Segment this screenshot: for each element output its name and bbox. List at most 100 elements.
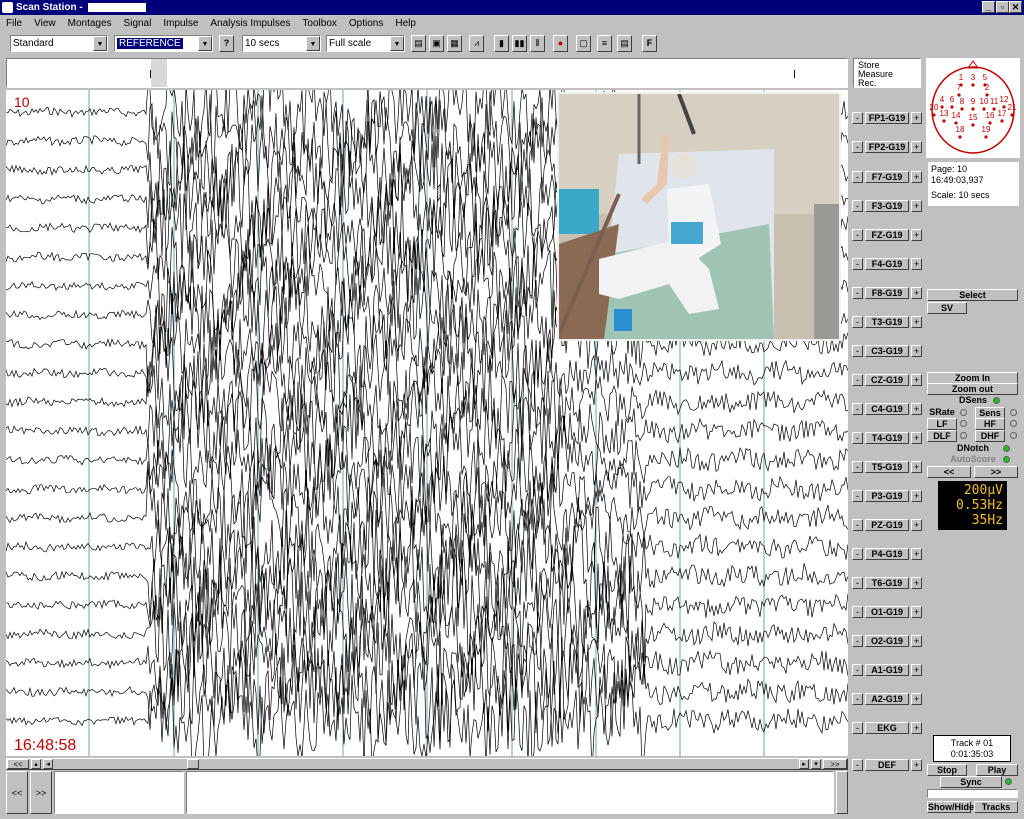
menu-impulse[interactable]: Impulse [163,18,198,29]
channel-label[interactable]: PZ-G19 [865,519,909,531]
channel-increase-button[interactable]: + [911,403,922,415]
channel-increase-button[interactable]: + [911,229,922,241]
channel-decrease-button[interactable]: - [852,635,863,647]
tracks-button[interactable]: Tracks [974,801,1018,813]
scroll-left-icon[interactable]: ◂ [43,759,53,769]
menu-options[interactable]: Options [349,18,383,29]
list-icon[interactable]: ≡ [597,35,612,52]
channel-label[interactable]: T3-G19 [865,316,909,328]
signal-icon[interactable]: ⩘ [469,35,484,52]
channel-decrease-button[interactable]: - [852,519,863,531]
channel-label[interactable]: F8-G19 [865,287,909,299]
scroll-right-icon[interactable]: ▸ [799,759,809,769]
print-icon[interactable]: ▤ [411,35,426,52]
electrode-dot[interactable] [971,83,975,87]
table-icon[interactable]: ▤ [617,35,632,52]
channel-increase-button[interactable]: + [911,664,922,676]
menu-view[interactable]: View [34,18,56,29]
channel-increase-button[interactable]: + [911,432,922,444]
minimize-button[interactable]: _ [982,1,995,13]
channel-label[interactable]: P3-G19 [865,490,909,502]
sync-button[interactable]: Sync [940,776,1002,788]
electrode-head-map[interactable]: 1 3 57 24 6 8 9 10 11 122013 14 15 16 172118 19 [926,58,1020,158]
menu-toolbox[interactable]: Toolbox [302,18,336,29]
autoscore-label[interactable]: AutoScore [945,454,1001,466]
electrode-dot[interactable] [932,113,936,117]
channel-decrease-button[interactable]: - [852,345,863,357]
close-button[interactable]: ✕ [1009,1,1022,13]
channel-decrease-button[interactable]: - [852,287,863,299]
channel-label[interactable]: C3-G19 [865,345,909,357]
menu-help[interactable]: Help [395,18,416,29]
channel-label[interactable]: P4-G19 [865,548,909,560]
maximize-button[interactable]: ▫ [996,1,1009,13]
electrode-dot[interactable] [971,123,975,127]
channel-label[interactable]: CZ-G19 [865,374,909,386]
channel-decrease-button[interactable]: - [852,606,863,618]
channel-decrease-button[interactable]: - [852,722,863,734]
dlf-button[interactable]: DLF [927,430,957,442]
channel-increase-button[interactable]: + [911,171,922,183]
channel-increase-button[interactable]: + [911,759,922,771]
channel-increase-button[interactable]: + [911,112,922,124]
scroll-first-button[interactable]: << [7,759,29,769]
export-icon[interactable]: ▦ [447,35,462,52]
channel-increase-button[interactable]: + [911,316,922,328]
electrode-dot[interactable] [1010,113,1014,117]
channel-label[interactable]: T5-G19 [865,461,909,473]
channel-decrease-button[interactable]: - [852,490,863,502]
channel-label[interactable]: F7-G19 [865,171,909,183]
event-strip[interactable] [186,771,834,814]
page-back-button[interactable]: << [6,771,28,814]
channel-decrease-button[interactable]: - [852,229,863,241]
menu-file[interactable]: File [6,18,22,29]
channel-increase-button[interactable]: + [911,141,922,153]
page-forward-button[interactable]: >> [30,771,52,814]
channel-label[interactable]: T6-G19 [865,577,909,589]
channel-decrease-button[interactable]: - [852,432,863,444]
reference-select[interactable]: REFERENCE ▼ [114,35,213,52]
channel-label[interactable]: T4-G19 [865,432,909,444]
menu-montages[interactable]: Montages [68,18,112,29]
timebase-select[interactable]: 10 secs ▼ [242,35,321,52]
help-button[interactable]: ? [219,35,234,52]
electrode-dot[interactable] [958,135,962,139]
channel-increase-button[interactable]: + [911,548,922,560]
channel-decrease-button[interactable]: - [852,548,863,560]
channel-increase-button[interactable]: + [911,200,922,212]
channel-increase-button[interactable]: + [911,345,922,357]
channel-decrease-button[interactable]: - [852,171,863,183]
channel-decrease-button[interactable]: - [852,664,863,676]
zoom-out-button[interactable]: Zoom out [927,383,1018,395]
multi-column-icon[interactable]: ⦀ [530,35,545,52]
electrode-dot[interactable] [1000,119,1004,123]
single-column-icon[interactable]: ▮ [494,35,509,52]
rec-label[interactable]: Rec. [858,79,920,88]
channel-decrease-button[interactable]: - [852,403,863,415]
page-icon[interactable]: ▢ [576,35,591,52]
channel-decrease-button[interactable]: - [852,200,863,212]
next-button[interactable]: >> [974,466,1018,478]
patient-video[interactable] [557,92,841,341]
ruler-cursor[interactable] [151,59,167,87]
prev-button[interactable]: << [927,466,971,478]
scroll-last-button[interactable]: >> [823,759,847,769]
channel-increase-button[interactable]: + [911,519,922,531]
channel-label[interactable]: A1-G19 [865,664,909,676]
channel-decrease-button[interactable]: - [852,112,863,124]
scroll-down-icon[interactable]: ▾ [811,759,821,769]
channel-decrease-button[interactable]: - [852,693,863,705]
stop-button[interactable]: Stop [927,764,967,776]
track-slider[interactable] [927,789,1018,798]
channel-increase-button[interactable]: + [911,635,922,647]
channel-decrease-button[interactable]: - [852,316,863,328]
channel-label[interactable]: FP1-G19 [865,112,909,124]
channel-increase-button[interactable]: + [911,577,922,589]
filter-icon[interactable]: F [642,35,657,52]
electrode-dot[interactable] [984,135,988,139]
dsens-label[interactable]: DSens [955,395,991,407]
play-button[interactable]: Play [976,764,1018,776]
channel-decrease-button[interactable]: - [852,141,863,153]
electrode-dot[interactable] [960,107,964,111]
channel-decrease-button[interactable]: - [852,461,863,473]
